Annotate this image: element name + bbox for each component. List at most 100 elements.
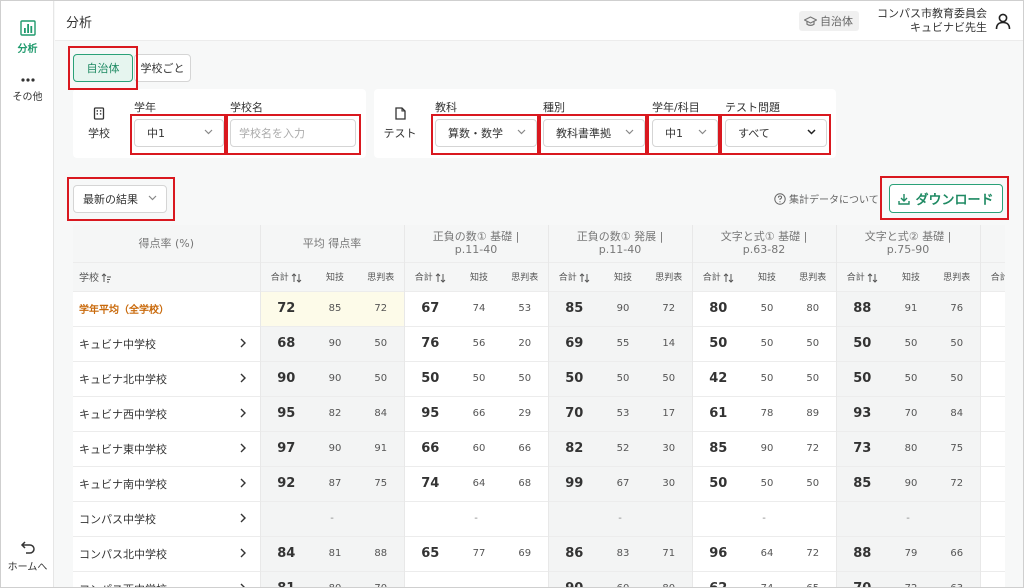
total-column-header[interactable]: 合計	[691, 261, 745, 291]
chevron-right-icon[interactable]	[240, 548, 246, 558]
rate-header: 得点率 (%)	[73, 225, 260, 262]
thinking-score-cell: 17	[646, 395, 693, 431]
knowledge-score-cell: 81	[312, 535, 358, 571]
sidebar-item-home[interactable]: ホームへ	[1, 539, 54, 573]
total-column-header[interactable]: 合計	[835, 261, 889, 291]
table-row[interactable]: キュビナ西中学校 95 82 84 95 66 29 70 53 17 61 78 89 93 70 84	[73, 395, 1005, 431]
total-score-cell: 84	[259, 535, 312, 571]
school-name: コンパス西中学校	[73, 570, 260, 588]
subject-select[interactable]: 算数・数学	[435, 119, 537, 147]
chevron-right-icon[interactable]	[240, 478, 246, 488]
thinking-score-cell: 50	[934, 360, 981, 396]
school-filter-card: 学校 学年 中1 学校名	[73, 89, 366, 158]
test-question-select[interactable]: すべて	[725, 119, 827, 147]
results-table: 得点率 (%) 平均 得点率 正負の数① 基礎 | p.11-40 正負の数① 発展 |…	[73, 225, 1005, 588]
chevron-right-icon[interactable]	[240, 443, 246, 453]
thinking-score-cell: 91	[358, 430, 405, 466]
thinking-score-cell: 30	[646, 430, 693, 466]
sort-icon[interactable]	[723, 272, 734, 283]
chevron-down-icon	[204, 129, 213, 135]
table-row[interactable]: キュビナ中学校 68 90 50 76 56 20 69 55 14 50 50 50 50 50 50	[73, 325, 1005, 361]
graduation-cap-icon	[804, 15, 817, 26]
knowledge-score-cell: 83	[600, 535, 647, 571]
thinking-score-cell: 50	[790, 360, 837, 396]
return-arrow-icon	[20, 541, 35, 554]
school-name-input[interactable]	[230, 119, 356, 147]
org-name: コンパス市教育委員会	[877, 7, 987, 20]
total-score-cell: 67	[403, 290, 457, 326]
grade-subject-select[interactable]: 中1	[652, 119, 718, 147]
chevron-right-icon[interactable]	[240, 373, 246, 383]
thinking-score-cell: 75	[934, 430, 981, 466]
table-row[interactable]: キュビナ南中学校 92 87 75 74 64 68 99 67 30 50 50 50 85 90 72	[73, 465, 1005, 501]
total-score-cell: 82	[547, 430, 601, 466]
thinking-score-cell: 72	[934, 465, 981, 501]
column-group-header: 文字と式① 基礎 | p.63-82	[691, 225, 837, 262]
thinking-score-cell: 80	[790, 290, 837, 326]
total-column-header[interactable]: 合計	[403, 261, 457, 291]
thinking-score-cell: 88	[358, 535, 405, 571]
grade-subject-select-value: 中1	[665, 127, 683, 140]
sort-icon[interactable]	[291, 272, 302, 283]
total-score-cell: 42	[691, 360, 745, 396]
total-score-cell: 81	[259, 570, 312, 587]
table-row[interactable]: コンパス西中学校818070-906080627465707263	[73, 570, 1005, 588]
tab-municipality[interactable]: 自治体	[73, 54, 133, 82]
knowledge-score-cell: 50	[744, 465, 791, 501]
total-score-cell: 70	[835, 570, 889, 587]
type-select[interactable]: 教科書準拠	[543, 119, 645, 147]
knowledge-score-cell: 80	[312, 570, 358, 587]
chevron-right-icon[interactable]	[240, 583, 246, 588]
test-section-label: テスト	[383, 127, 417, 140]
sort-icon[interactable]	[579, 272, 590, 283]
sort-icon[interactable]	[435, 272, 446, 283]
sidebar-item-other[interactable]: その他	[1, 75, 54, 103]
grade-select[interactable]: 中1	[134, 119, 224, 147]
sort-ascending-icon[interactable]	[101, 273, 112, 283]
chevron-right-icon[interactable]	[240, 338, 246, 348]
total-column-header[interactable]: 合計	[259, 261, 312, 291]
thinking-score-cell: 50	[934, 325, 981, 361]
total-score-cell: 69	[547, 325, 601, 361]
knowledge-score-cell: 90	[312, 325, 358, 361]
thinking-score-cell: 53	[502, 290, 549, 326]
knowledge-score-cell: 50	[456, 360, 503, 396]
total-score-cell: 68	[259, 325, 312, 361]
user-icon[interactable]	[995, 13, 1011, 30]
empty-score-cell	[979, 535, 1005, 571]
table-row[interactable]: コンパス北中学校 84 81 88 65 77 69 86 83 71 96 64 72 88 79 66	[73, 535, 1005, 571]
total-column-header[interactable]: 合計	[547, 261, 601, 291]
thinking-score-cell: 76	[934, 290, 981, 326]
total-column-header[interactable]: 合計	[979, 261, 1005, 291]
knowledge-score-cell: 79	[888, 535, 935, 571]
table-row[interactable]: コンパス中学校 - - - - -	[73, 500, 1005, 536]
knowledge-score-cell: 90	[312, 360, 358, 396]
download-button[interactable]: ダウンロード	[889, 184, 1003, 213]
tab-by-school[interactable]: 学校ごと	[134, 54, 191, 82]
empty-score-cell	[979, 430, 1005, 466]
building-icon	[93, 107, 105, 120]
sidebar-item-label: 分析	[17, 44, 38, 55]
grade-subject-label: 学年/科目	[652, 101, 700, 114]
page-title: 分析	[66, 16, 93, 31]
empty-score-cell: -	[547, 500, 693, 536]
thinking-score-cell: 89	[790, 395, 837, 431]
chevron-right-icon[interactable]	[240, 513, 246, 523]
thinking-column-header: 思判表	[646, 261, 693, 291]
total-score-cell: 85	[835, 465, 889, 501]
about-aggregate-data-link[interactable]: 集計データについて	[774, 191, 879, 206]
school-column-header[interactable]: 学校	[73, 261, 260, 291]
results-period-select[interactable]: 最新の結果	[73, 185, 167, 213]
column-group-pages: p.75-90	[886, 243, 930, 257]
download-button-label: ダウンロード	[915, 193, 994, 208]
sidebar-item-analysis[interactable]: 分析	[1, 19, 54, 55]
sort-icon[interactable]	[867, 272, 878, 283]
total-score-cell: 50	[835, 325, 889, 361]
results-table-container[interactable]: 得点率 (%) 平均 得点率 正負の数① 基礎 | p.11-40 正負の数① 発展 |…	[73, 225, 1005, 588]
total-score-cell: 90	[259, 360, 312, 396]
table-row[interactable]: キュビナ東中学校 97 90 91 66 60 66 82 52 30 85 90 72 73 80 75	[73, 430, 1005, 466]
column-group-title: 文字と式② 基礎 |	[864, 230, 952, 244]
table-row[interactable]: キュビナ北中学校 90 90 50 50 50 50 50 50 50 42 50 50 50 50 50	[73, 360, 1005, 396]
chevron-right-icon[interactable]	[240, 408, 246, 418]
knowledge-score-cell: 90	[312, 430, 358, 466]
